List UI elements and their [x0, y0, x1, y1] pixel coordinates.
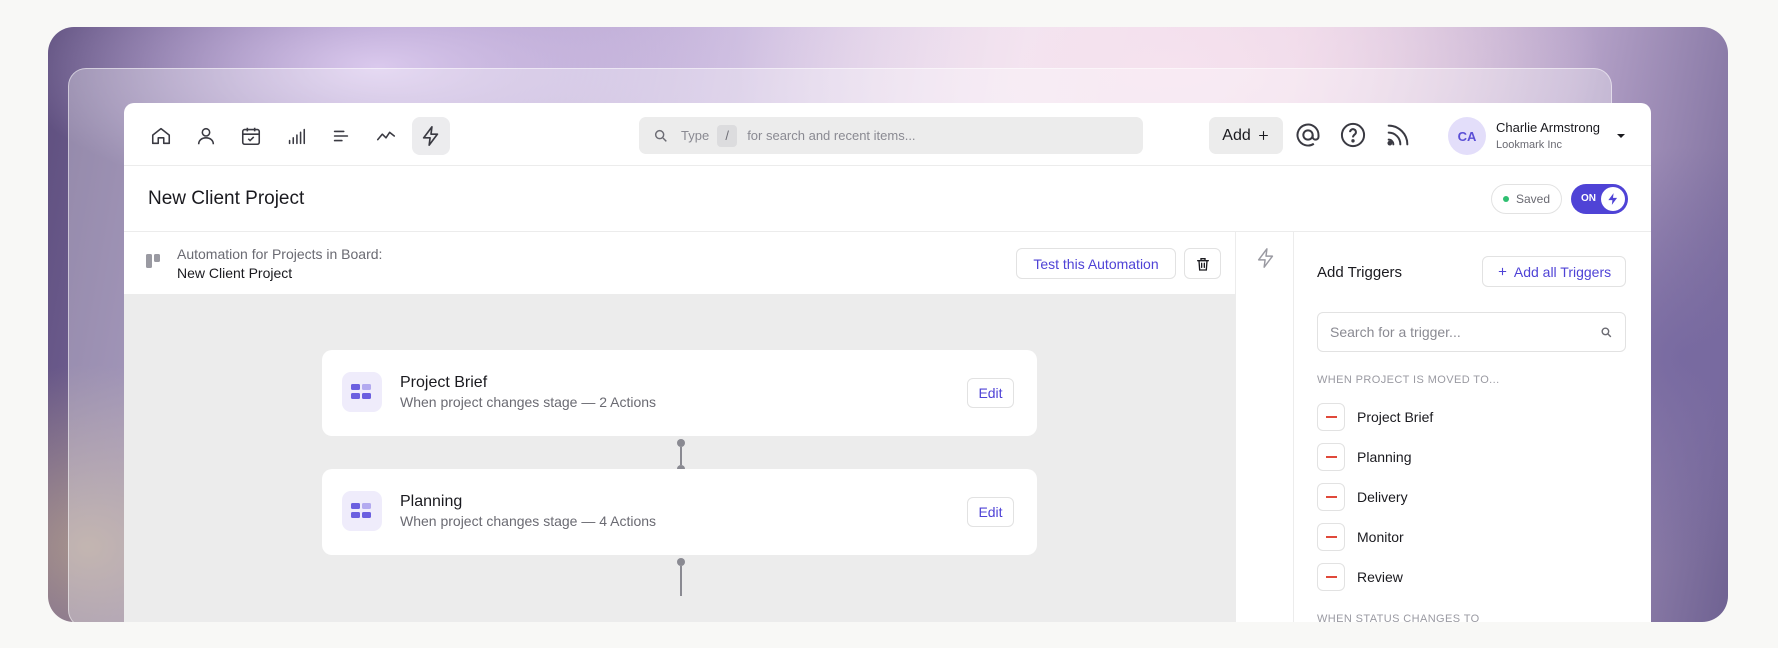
trigger-item: Monitor [1317, 523, 1617, 551]
chevron-down-icon[interactable] [1615, 130, 1627, 142]
trigger-item: Delivery [1317, 483, 1617, 511]
search-shortcut-key: / [717, 124, 738, 147]
automation-toggle[interactable]: ON [1571, 184, 1628, 214]
search-icon [654, 129, 667, 142]
page-bottom-margin [0, 622, 1778, 648]
trigger-label: Review [1357, 569, 1403, 585]
trash-icon [1196, 257, 1209, 271]
test-automation-button[interactable]: Test this Automation [1016, 248, 1176, 279]
search-icon [1601, 327, 1612, 338]
add-all-label: Add all Triggers [1513, 263, 1612, 280]
edit-button[interactable]: Edit [967, 497, 1014, 527]
section-label-moved: WHEN PROJECT IS MOVED TO... [1317, 374, 1500, 386]
trigger-label: Monitor [1357, 529, 1404, 545]
app-window: Type / for search and recent items... Ad… [124, 103, 1651, 648]
automation-board-name: New Client Project [177, 265, 293, 281]
stage-board-icon [342, 372, 382, 412]
automation-label: Automation for Projects in Board: [177, 246, 383, 262]
trend-line-icon[interactable] [367, 117, 405, 155]
side-rail [1235, 232, 1294, 648]
user-name[interactable]: Charlie Armstrong [1496, 120, 1600, 135]
edit-button[interactable]: Edit [967, 378, 1014, 408]
add-button[interactable]: Add [1209, 117, 1283, 154]
add-button-label: Add [1222, 126, 1251, 144]
add-all-triggers-button[interactable]: Add all Triggers [1482, 256, 1626, 287]
top-bar: Type / for search and recent items... Ad… [124, 103, 1651, 166]
stage-connector [677, 436, 685, 473]
trigger-item: Project Brief [1317, 403, 1617, 431]
saved-dot-icon [1502, 196, 1509, 202]
stage-title: Planning [400, 493, 463, 510]
trigger-item: Review [1317, 563, 1617, 591]
trigger-item: Planning [1317, 443, 1617, 471]
lightning-icon [1601, 187, 1625, 211]
trigger-search-input[interactable]: Search for a trigger... [1317, 312, 1626, 352]
plus-icon [1258, 131, 1268, 140]
board-icon [146, 254, 160, 268]
at-sign-icon[interactable] [1294, 121, 1322, 149]
trigger-label: Project Brief [1357, 409, 1434, 425]
search-bar[interactable]: Type / for search and recent items... [639, 117, 1143, 154]
avatar[interactable]: CA [1448, 117, 1486, 155]
delete-button[interactable] [1184, 248, 1221, 279]
triggers-panel: Add Triggers Add all Triggers Search for… [1294, 232, 1651, 648]
trigger-label: Planning [1357, 449, 1412, 465]
search-hint: for search and recent items... [747, 128, 916, 143]
stage-subtitle: When project changes stage — 4 Actions [400, 513, 657, 529]
stage-board-icon [342, 491, 382, 531]
plus-icon [1498, 267, 1507, 276]
automation-header: Automation for Projects in Board: New Cl… [124, 232, 1235, 295]
page-title: New Client Project [148, 188, 305, 209]
help-icon[interactable] [1339, 121, 1367, 149]
panel-title: Add Triggers [1317, 264, 1403, 281]
stage-title: Project Brief [400, 374, 488, 391]
broadcast-icon[interactable] [1384, 121, 1412, 149]
remove-trigger-button[interactable] [1317, 403, 1345, 431]
person-icon[interactable] [187, 117, 225, 155]
trigger-label: Delivery [1357, 489, 1408, 505]
stage-card-project-brief[interactable]: Project Brief When project changes stage… [322, 350, 1037, 436]
remove-trigger-button[interactable] [1317, 443, 1345, 471]
lightning-icon[interactable] [412, 117, 450, 155]
automation-canvas: Project Brief When project changes stage… [124, 295, 1235, 648]
stage-subtitle: When project changes stage — 2 Actions [400, 394, 657, 410]
remove-trigger-button[interactable] [1317, 523, 1345, 551]
title-bar: New Client Project Saved ON [124, 166, 1651, 232]
search-type-label: Type [681, 128, 710, 143]
text-lines-icon[interactable] [322, 117, 360, 155]
trigger-search-placeholder: Search for a trigger... [1330, 324, 1461, 340]
lightning-icon[interactable] [1255, 247, 1277, 269]
status-badge: Saved [1491, 184, 1562, 214]
user-org: Lookmark Inc [1496, 139, 1563, 151]
saved-label: Saved [1515, 192, 1551, 206]
stage-card-planning[interactable]: Planning When project changes stage — 4 … [322, 469, 1037, 555]
calendar-check-icon[interactable] [232, 117, 270, 155]
home-icon[interactable] [142, 117, 180, 155]
signal-bars-icon[interactable] [277, 117, 315, 155]
remove-trigger-button[interactable] [1317, 483, 1345, 511]
stage-connector [677, 555, 685, 596]
toggle-label: ON [1581, 193, 1596, 204]
remove-trigger-button[interactable] [1317, 563, 1345, 591]
